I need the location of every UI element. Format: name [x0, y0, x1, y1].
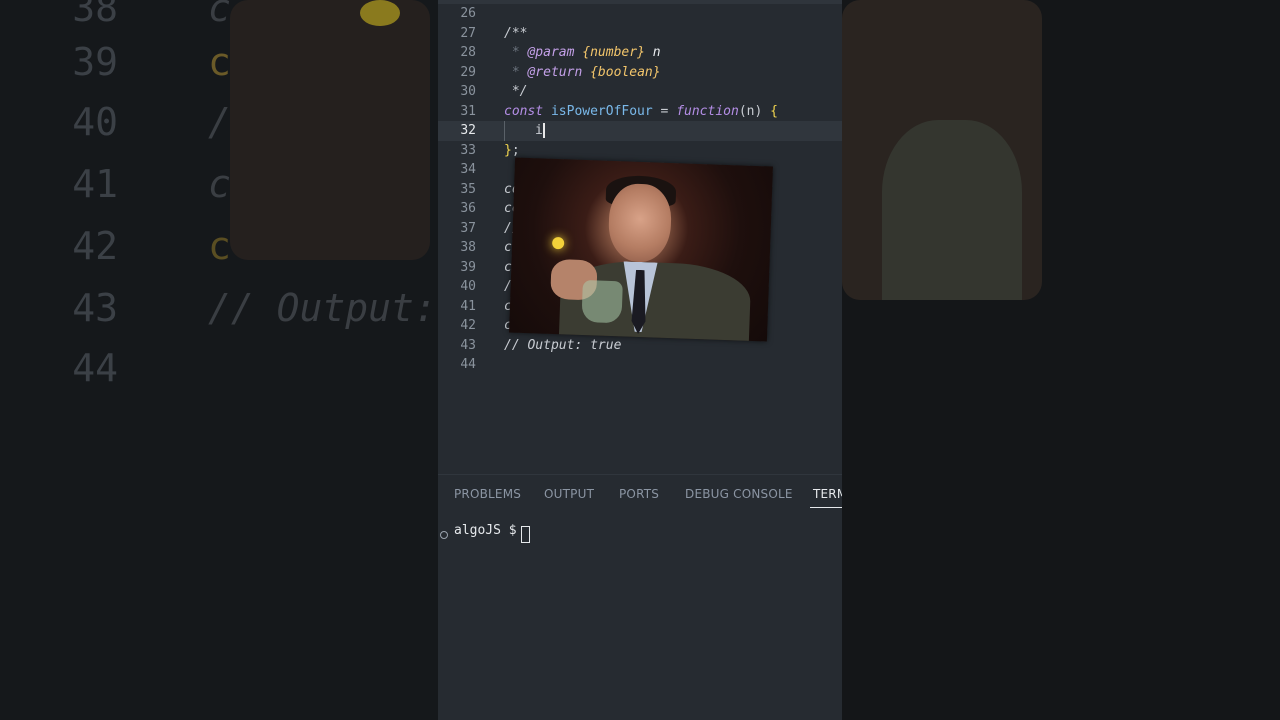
- photo-face: [607, 182, 673, 264]
- code-text: * @return {boolean}: [504, 64, 661, 80]
- code-line: 30 */: [438, 82, 842, 102]
- background-light: [551, 236, 565, 250]
- line-number: 36: [460, 201, 476, 216]
- line-number: 29: [460, 64, 476, 80]
- tab-output[interactable]: OUTPUT: [544, 487, 594, 501]
- code-text: */: [504, 84, 528, 99]
- code-text: // Output: true: [504, 337, 622, 353]
- code-line: 44: [438, 355, 842, 375]
- background-line: 42 c: [72, 224, 231, 268]
- meme-photo-overlay: [509, 157, 773, 342]
- line-number: 43: [460, 337, 476, 353]
- line-number: 40: [460, 279, 476, 294]
- background-line: 43// Output:: [72, 286, 437, 330]
- terminal-cursor: [521, 526, 530, 543]
- code-text: const isPowerOfFour = function(n) {: [504, 103, 778, 119]
- panel-tabs: PROBLEMS OUTPUT PORTS DEBUG CONSOLE TERM: [438, 475, 842, 511]
- bottom-panel: PROBLEMS OUTPUT PORTS DEBUG CONSOLE TERM…: [438, 474, 842, 720]
- line-number: 26: [460, 6, 476, 21]
- line-number: 34: [460, 162, 476, 177]
- background-blur-right: [842, 0, 1280, 720]
- text-cursor: [542, 123, 545, 138]
- code-line: 26: [438, 4, 842, 24]
- line-number: 33: [460, 142, 476, 158]
- line-number: 44: [460, 357, 476, 372]
- code-line: 31 const isPowerOfFour = function(n) {: [438, 102, 842, 122]
- tab-terminal[interactable]: TERM: [813, 487, 842, 501]
- tab-debug-console[interactable]: DEBUG CONSOLE: [685, 487, 793, 501]
- background-line: 39 c: [72, 40, 231, 84]
- terminal-status-dot-icon: [440, 531, 448, 539]
- background-line: 41 c: [72, 162, 231, 206]
- indent-guide: [504, 121, 505, 141]
- code-text: * @param {number} n: [504, 45, 661, 60]
- tab-problems[interactable]: PROBLEMS: [454, 487, 521, 501]
- background-line: 38 c: [72, 0, 231, 30]
- background-light: [360, 0, 400, 26]
- line-number: 37: [460, 220, 476, 236]
- line-number: 27: [460, 25, 476, 41]
- background-decoration: [230, 0, 430, 260]
- line-number: 39: [460, 259, 476, 275]
- line-number: 32: [460, 123, 476, 138]
- photo-glass: [581, 279, 623, 324]
- code-line: 43 // Output: true: [438, 336, 842, 356]
- line-number: 28: [460, 45, 476, 60]
- code-text: /**: [504, 25, 528, 41]
- background-decoration: [882, 120, 1022, 300]
- code-line: 29 * @return {boolean}: [438, 63, 842, 83]
- line-number: 31: [460, 103, 476, 119]
- code-text: i: [535, 123, 545, 138]
- background-blur-left: 38 c 39 c 40/ 41 c 42 c 43// Output: 44: [0, 0, 438, 720]
- background-line: 40/: [72, 100, 231, 144]
- code-text: c: [504, 240, 512, 255]
- line-number: 30: [460, 84, 476, 99]
- code-line: 27 /**: [438, 24, 842, 44]
- line-number: 35: [460, 181, 476, 197]
- line-number: 38: [460, 240, 476, 255]
- tab-ports[interactable]: PORTS: [619, 487, 659, 501]
- line-number: 42: [460, 318, 476, 333]
- code-line: 33};: [438, 141, 842, 161]
- terminal-prompt[interactable]: algoJS $: [454, 523, 524, 538]
- background-line: 44: [72, 346, 118, 390]
- code-line: 28 * @param {number} n: [438, 43, 842, 63]
- active-tab-indicator: [810, 507, 842, 508]
- code-editor: 26 27 /** 28 * @param {number} n 29 * @re…: [438, 0, 842, 720]
- line-number: 41: [460, 298, 476, 314]
- code-line-active[interactable]: 32 i: [438, 121, 842, 141]
